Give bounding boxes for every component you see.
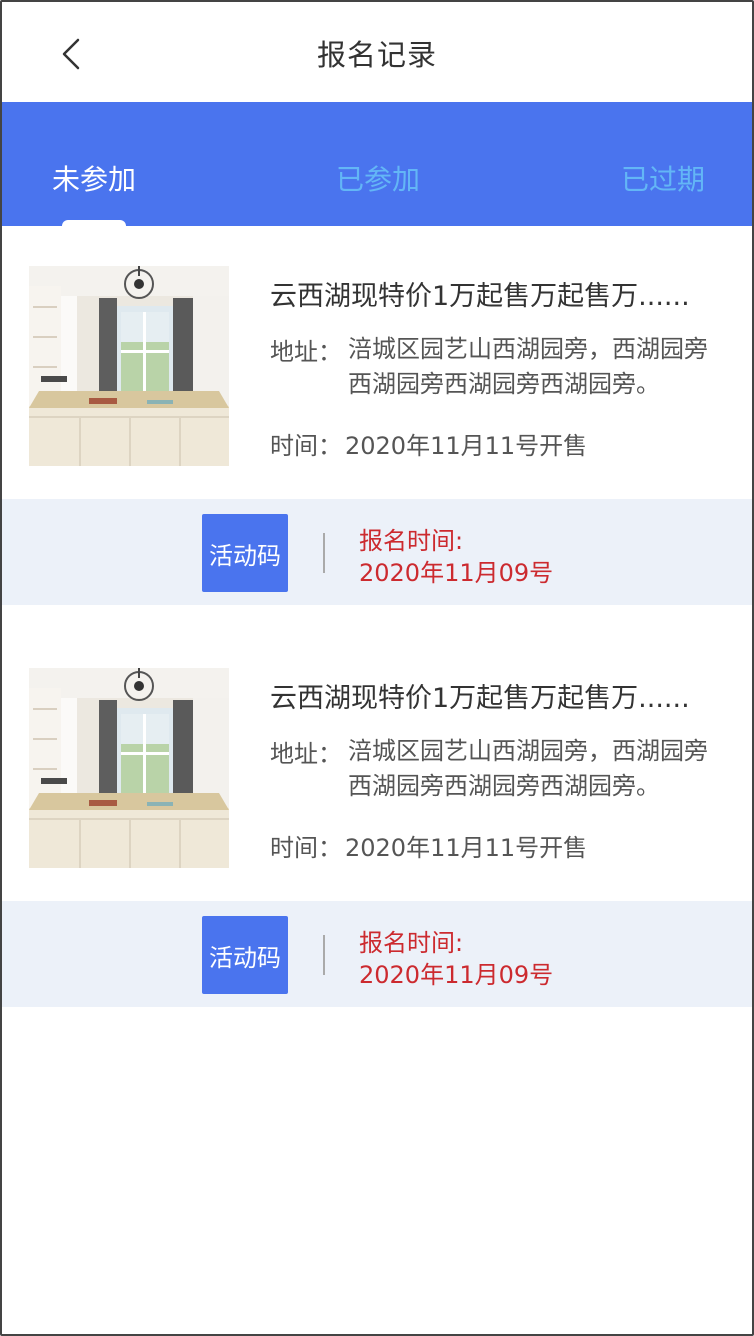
- address-label: 地址：: [270, 338, 342, 366]
- page-title: 报名记录: [316, 38, 437, 72]
- time-label: 时间：: [270, 834, 342, 862]
- signup-time-label: 报名时间:: [359, 527, 464, 555]
- tab-expired[interactable]: 已过期: [621, 158, 705, 198]
- signup-time-value: 2020年11月09号: [359, 961, 554, 989]
- record-card[interactable]: 云西湖现特价1万起售万起售万...... 地址： 涪城区园艺山西湖园旁，西湖园旁…: [2, 226, 752, 606]
- address-text: 涪城区园艺山西湖园旁，西湖园旁西湖园旁西湖园旁西湖园旁。: [348, 737, 708, 800]
- record-title[interactable]: 云西湖现特价1万起售万起售万......: [270, 676, 720, 715]
- room-photo[interactable]: [29, 266, 229, 466]
- signup-time-value: 2020年11月09号: [359, 559, 554, 587]
- address-label: 地址：: [270, 740, 342, 768]
- nav-header: 报名记录: [2, 2, 752, 102]
- time-text: 2020年11月11号开售: [345, 432, 588, 460]
- signup-time-label: 报名时间:: [359, 929, 464, 957]
- tab-bar: 未参加 已参加 已过期: [2, 102, 752, 226]
- room-photo[interactable]: [29, 668, 229, 868]
- divider: [323, 533, 325, 573]
- address-text: 涪城区园艺山西湖园旁，西湖园旁西湖园旁西湖园旁西湖园旁。: [348, 335, 708, 398]
- tab-not-attended[interactable]: 未参加: [52, 158, 136, 198]
- time-text: 2020年11月11号开售: [345, 834, 588, 862]
- app-screen: 报名记录 未参加 已参加 已过期 云西湖现特价1万起售万起售万...... 地址…: [0, 0, 754, 1336]
- activity-code-button[interactable]: 活动码: [202, 916, 288, 994]
- activity-code-button[interactable]: 活动码: [202, 514, 288, 592]
- room-photo-image: [29, 668, 229, 868]
- record-footer: 活动码 报名时间: 2020年11月09号: [2, 901, 752, 1007]
- record-title[interactable]: 云西湖现特价1万起售万起售万......: [270, 274, 720, 313]
- time-label: 时间：: [270, 432, 342, 460]
- divider: [323, 935, 325, 975]
- tab-attended[interactable]: 已参加: [336, 158, 420, 198]
- room-photo-image: [29, 266, 229, 466]
- record-card[interactable]: 云西湖现特价1万起售万起售万...... 地址： 涪城区园艺山西湖园旁，西湖园旁…: [2, 628, 752, 1008]
- record-footer: 活动码 报名时间: 2020年11月09号: [2, 499, 752, 605]
